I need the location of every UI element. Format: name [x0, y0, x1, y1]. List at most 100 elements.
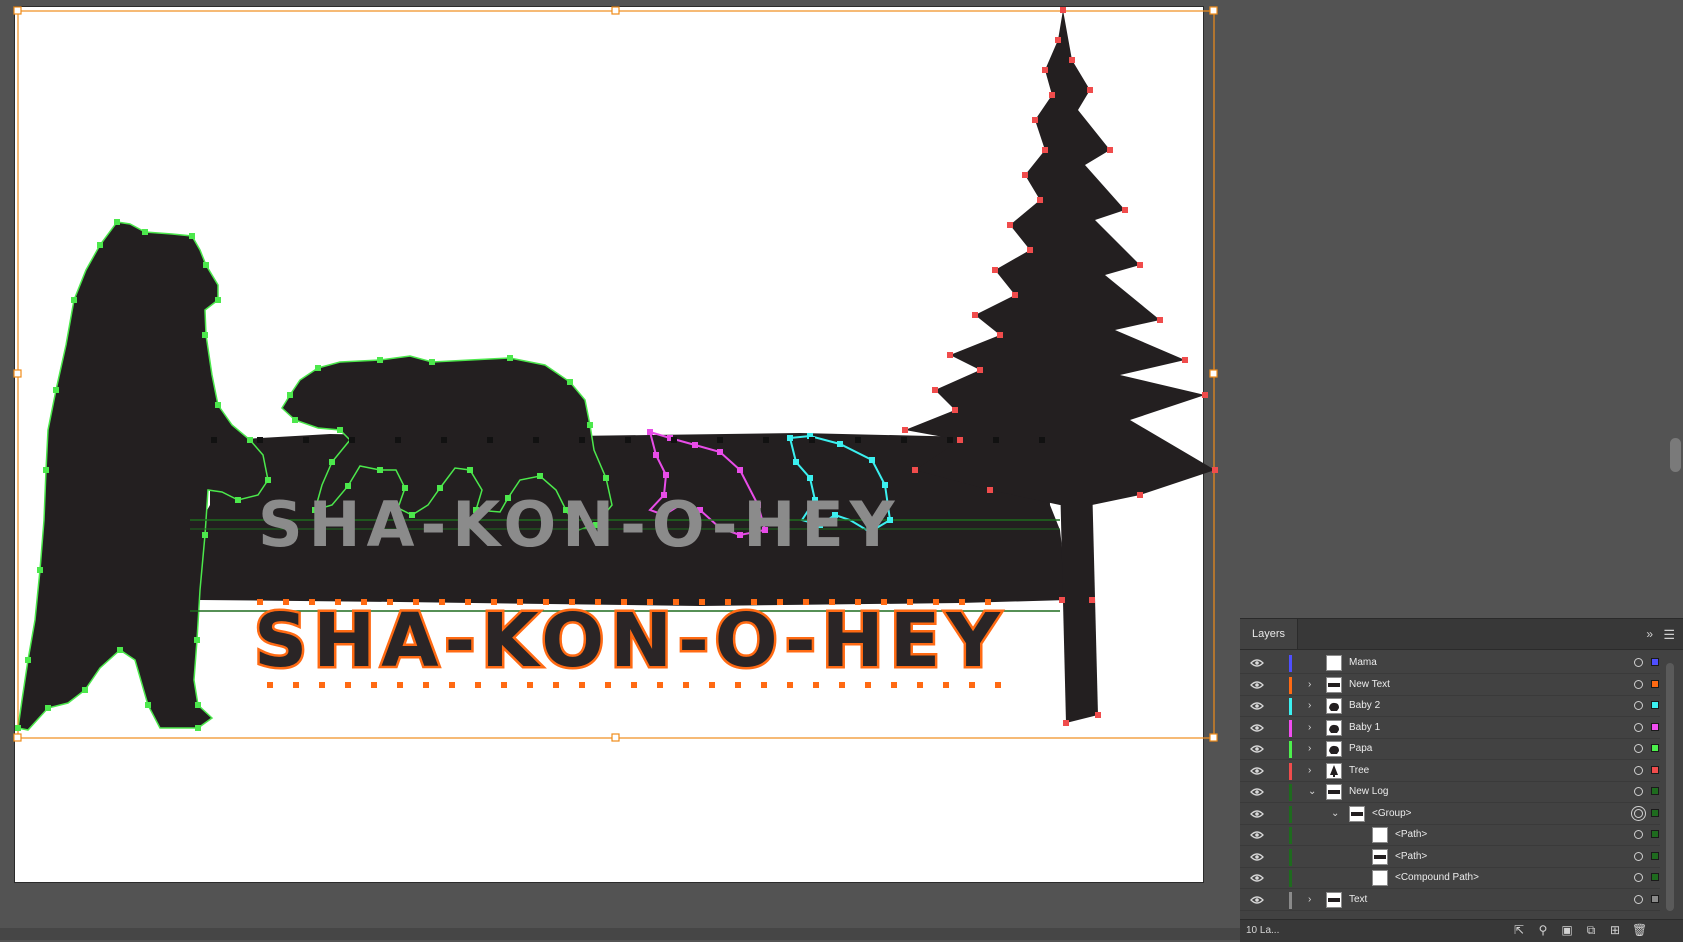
anchor-point[interactable]: [881, 599, 887, 605]
anchor-point[interactable]: [671, 437, 677, 443]
anchor-point[interactable]: [303, 437, 309, 443]
anchor-point[interactable]: [1039, 437, 1045, 443]
anchor-point[interactable]: [901, 437, 907, 443]
anchor-point[interactable]: [709, 682, 715, 688]
target-circle-icon[interactable]: [1634, 787, 1643, 796]
anchor-point[interactable]: [917, 682, 923, 688]
anchor-point[interactable]: [1037, 197, 1043, 203]
anchor-point[interactable]: [817, 522, 823, 528]
target-circle-icon[interactable]: [1634, 765, 1643, 775]
anchor-point[interactable]: [995, 682, 1001, 688]
new-layer-icon[interactable]: ⊞: [1608, 923, 1622, 937]
anchor-point[interactable]: [449, 682, 455, 688]
anchor-point[interactable]: [312, 507, 318, 513]
selection-square-icon[interactable]: [1651, 808, 1659, 817]
chevron-right-icon[interactable]: ›: [1308, 765, 1311, 776]
selection-square-icon[interactable]: [1651, 830, 1659, 838]
anchor-point[interactable]: [912, 467, 918, 473]
anchor-point[interactable]: [661, 512, 667, 518]
anchor-point[interactable]: [423, 682, 429, 688]
anchor-point[interactable]: [579, 437, 585, 443]
anchor-point[interactable]: [15, 725, 21, 731]
selection-square-icon[interactable]: [1651, 701, 1659, 709]
anchor-point[interactable]: [972, 312, 978, 318]
anchor-point[interactable]: [993, 437, 999, 443]
anchor-point[interactable]: [1022, 172, 1028, 178]
anchor-point[interactable]: [97, 242, 103, 248]
layer-name[interactable]: Mama: [1349, 657, 1377, 668]
anchor-point[interactable]: [787, 682, 793, 688]
layer-name[interactable]: Tree: [1349, 765, 1369, 776]
anchor-point[interactable]: [793, 459, 799, 465]
anchor-point[interactable]: [1137, 492, 1143, 498]
anchor-point[interactable]: [807, 475, 813, 481]
anchor-point[interactable]: [43, 467, 49, 473]
anchor-point[interactable]: [855, 437, 861, 443]
layer-name[interactable]: New Log: [1349, 786, 1388, 797]
anchor-point[interactable]: [114, 219, 120, 225]
anchor-point[interactable]: [832, 512, 838, 518]
layer-row[interactable]: › New Text: [1240, 675, 1660, 696]
anchor-point[interactable]: [1042, 67, 1048, 73]
search-icon[interactable]: ⚲: [1536, 923, 1550, 937]
anchor-point[interactable]: [787, 435, 793, 441]
anchor-point[interactable]: [869, 457, 875, 463]
anchor-point[interactable]: [267, 682, 273, 688]
anchor-point[interactable]: [977, 367, 983, 373]
selection-square-icon[interactable]: [1651, 679, 1659, 688]
anchor-point[interactable]: [82, 687, 88, 693]
anchor-point[interactable]: [215, 297, 221, 303]
anchor-point[interactable]: [45, 705, 51, 711]
anchor-point[interactable]: [533, 437, 539, 443]
anchor-point[interactable]: [697, 507, 703, 513]
anchor-point[interactable]: [1212, 467, 1218, 473]
anchor-point[interactable]: [553, 682, 559, 688]
anchor-point[interactable]: [475, 682, 481, 688]
target-circle-icon[interactable]: [1634, 808, 1643, 818]
anchor-point[interactable]: [992, 267, 998, 273]
anchor-point[interactable]: [1087, 87, 1093, 93]
layer-name[interactable]: Baby 2: [1349, 700, 1380, 711]
anchor-point[interactable]: [397, 682, 403, 688]
anchor-point[interactable]: [537, 473, 543, 479]
anchor-point[interactable]: [1137, 262, 1143, 268]
anchor-point[interactable]: [809, 437, 815, 443]
anchor-point[interactable]: [867, 529, 873, 535]
new-sublayer-icon[interactable]: ⧉: [1584, 923, 1598, 937]
anchor-point[interactable]: [194, 637, 200, 643]
anchor-point[interactable]: [657, 682, 663, 688]
anchor-point[interactable]: [429, 359, 435, 365]
anchor-point[interactable]: [673, 599, 679, 605]
anchor-point[interactable]: [761, 682, 767, 688]
anchor-point[interactable]: [751, 599, 757, 605]
anchor-point[interactable]: [319, 682, 325, 688]
layer-row[interactable]: › Tree: [1240, 761, 1660, 782]
eye-icon[interactable]: [1250, 701, 1264, 711]
anchor-point[interactable]: [287, 392, 293, 398]
layer-name[interactable]: New Text: [1349, 679, 1390, 690]
layer-name[interactable]: Papa: [1349, 743, 1372, 754]
anchor-point[interactable]: [527, 682, 533, 688]
anchor-point[interactable]: [142, 229, 148, 235]
anchor-point[interactable]: [491, 599, 497, 605]
eye-icon[interactable]: [1250, 744, 1264, 754]
anchor-point[interactable]: [265, 477, 271, 483]
layer-row[interactable]: › Baby 1: [1240, 718, 1660, 739]
anchor-point[interactable]: [1089, 597, 1095, 603]
anchor-point[interactable]: [952, 407, 958, 413]
anchor-point[interactable]: [985, 599, 991, 605]
anchor-point[interactable]: [887, 517, 893, 523]
target-circle-icon[interactable]: [1634, 894, 1643, 904]
anchor-point[interactable]: [603, 475, 609, 481]
anchor-point[interactable]: [467, 467, 473, 473]
anchor-point[interactable]: [625, 437, 631, 443]
anchor-point[interactable]: [957, 437, 963, 443]
anchor-point[interactable]: [25, 657, 31, 663]
anchor-point[interactable]: [653, 452, 659, 458]
anchor-point[interactable]: [329, 459, 335, 465]
layer-row[interactable]: Mama: [1240, 653, 1660, 674]
anchor-point[interactable]: [195, 725, 201, 731]
layers-scroll-thumb[interactable]: [1666, 663, 1674, 911]
anchor-point[interactable]: [283, 599, 289, 605]
anchor-point[interactable]: [1059, 597, 1065, 603]
